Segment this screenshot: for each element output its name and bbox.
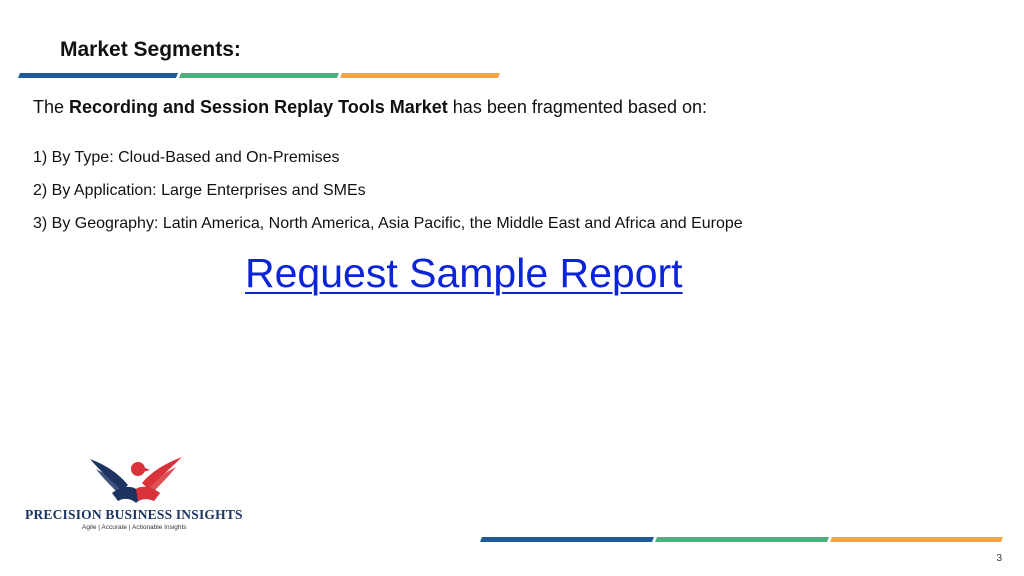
market-name: Recording and Session Replay Tools Marke…: [69, 97, 448, 117]
intro-text: The Recording and Session Replay Tools M…: [33, 97, 707, 117]
list-item: 1) By Type: Cloud-Based and On-Premises: [33, 149, 340, 166]
segment-list: 1) By Type: Cloud-Based and On-Premises …: [33, 148, 743, 247]
list-item: 3) By Geography: Latin America, North Am…: [33, 215, 743, 232]
logo-tagline: Agile | Accurate | Actionable Insights: [82, 524, 187, 531]
request-sample-report-link[interactable]: Request Sample Report: [245, 250, 683, 297]
footer-divider: [480, 537, 1003, 542]
eagle-handshake-icon: [88, 455, 184, 512]
page-number: 3: [996, 553, 1002, 564]
company-logo: PRECISION BUSINESS INSIGHTS Agile | Accu…: [20, 455, 255, 535]
logo-wordmark: PRECISION BUSINESS INSIGHTS: [25, 507, 243, 522]
header-divider: [18, 73, 500, 78]
slide-title: Market Segments:: [60, 38, 241, 61]
list-item: 2) By Application: Large Enterprises and…: [33, 182, 366, 199]
